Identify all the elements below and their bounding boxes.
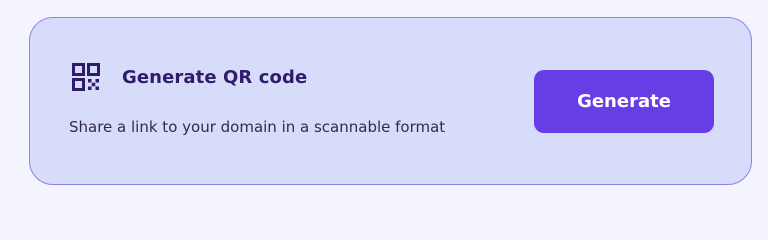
qr-code-icon xyxy=(72,63,100,91)
page: Generate QR code Share a link to your do… xyxy=(0,0,768,212)
generate-button[interactable]: Generate xyxy=(534,70,714,133)
card-header: Generate QR code xyxy=(72,62,307,92)
qr-code-card: Generate QR code Share a link to your do… xyxy=(29,17,752,185)
card-description: Share a link to your domain in a scannab… xyxy=(69,118,446,136)
card-title: Generate QR code xyxy=(122,66,308,88)
